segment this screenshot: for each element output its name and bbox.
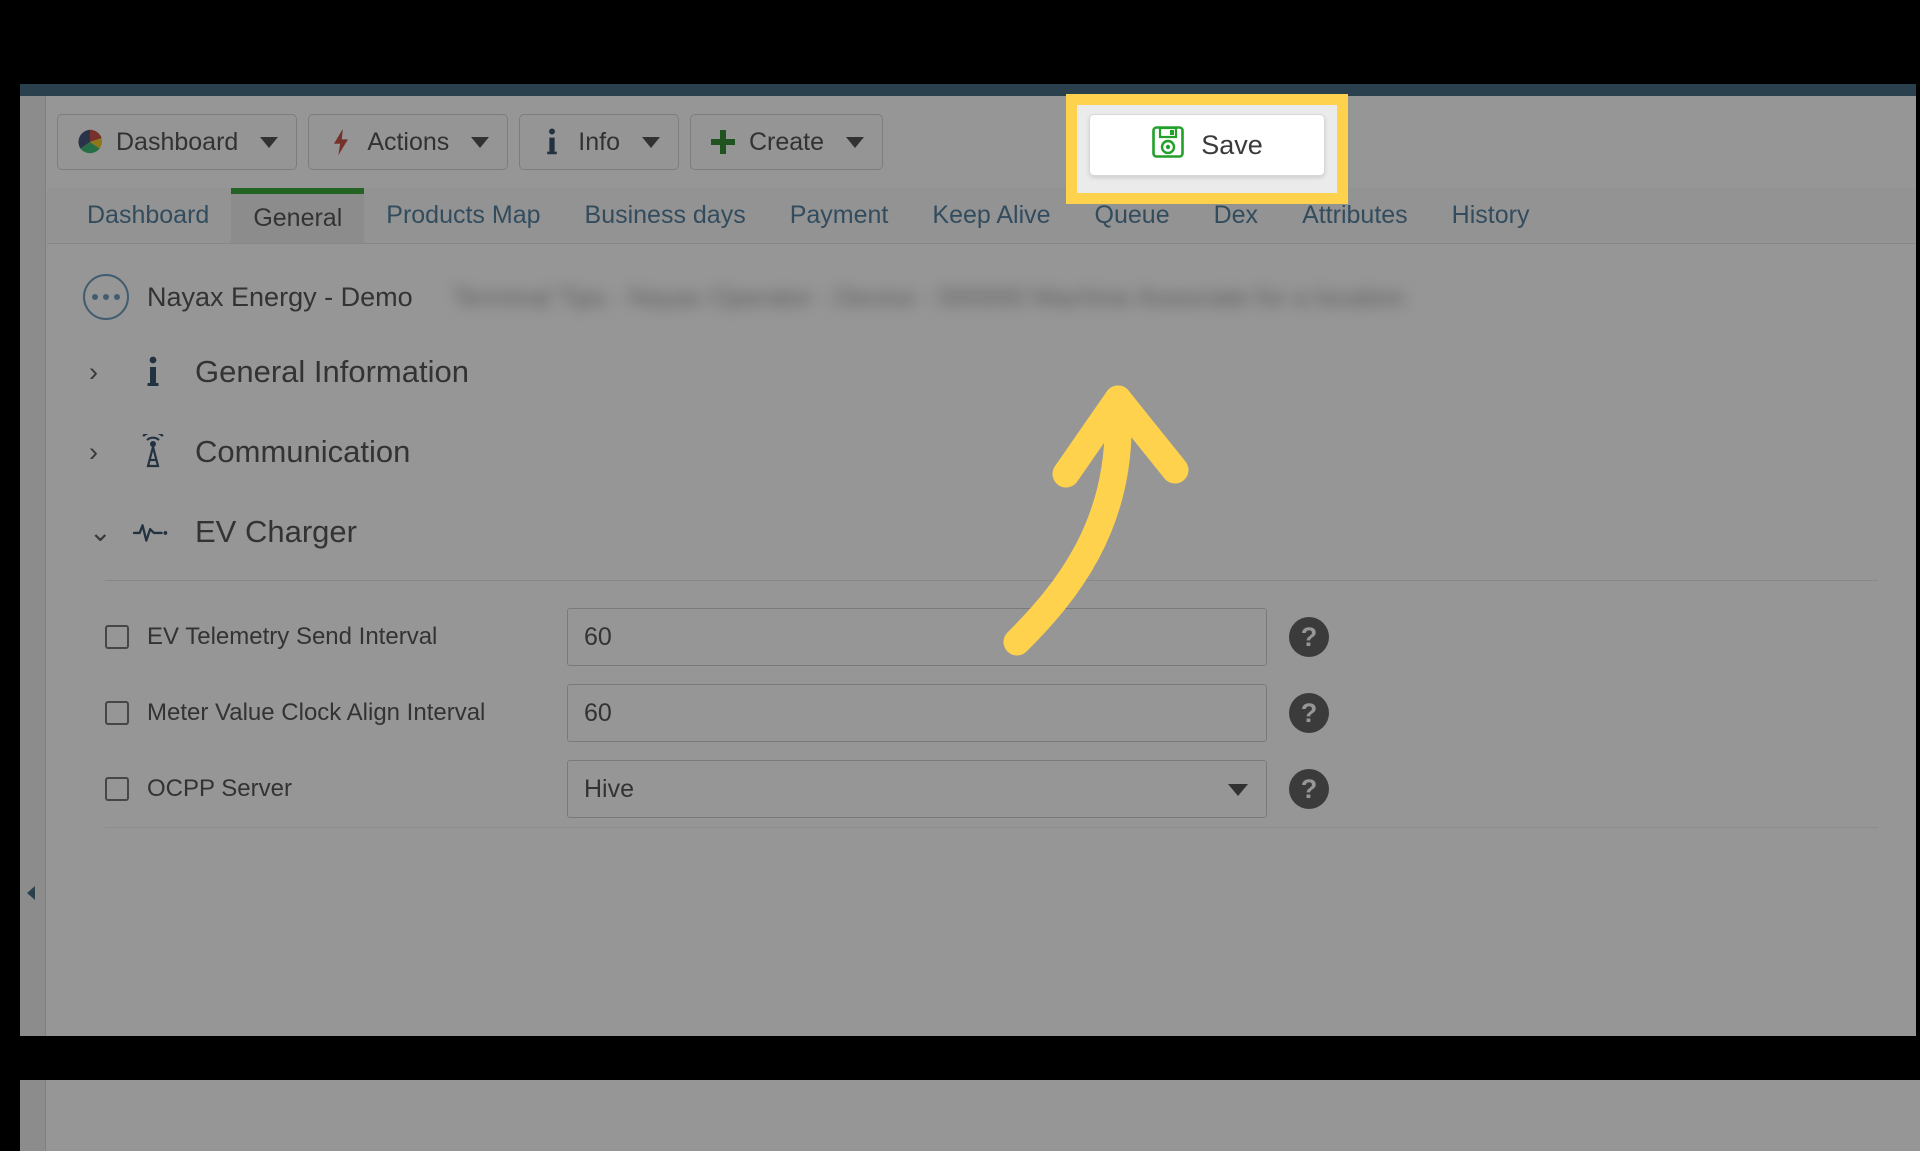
tab-label: Business days	[584, 201, 746, 229]
ev-charger-fieldset: EV Telemetry Send Interval 60 ? Meter Va…	[105, 580, 1878, 827]
floppy-disk-save-icon	[1151, 125, 1185, 166]
dashboard-button-label: Dashboard	[116, 127, 239, 156]
sidebar-rail	[20, 96, 46, 1151]
lightning-bolt-icon	[327, 128, 355, 156]
section-communication[interactable]: › Communication	[47, 412, 1920, 492]
tab-general[interactable]: General	[231, 188, 365, 243]
main-content: Dashboard Actions Info Create Dashboard …	[47, 96, 1920, 1151]
letterbox-top	[0, 0, 1920, 84]
field-label: OCPP Server	[147, 775, 292, 802]
field-meter-value-clock-align-interval: Meter Value Clock Align Interval 60 ?	[105, 675, 1878, 751]
tab-label: Keep Alive	[932, 201, 1051, 229]
checkbox-ev-telemetry-send-interval[interactable]	[105, 625, 129, 649]
tab-label: Dex	[1213, 201, 1259, 229]
section-divider	[105, 827, 1878, 828]
pulse-wave-icon	[133, 519, 173, 545]
tab-dashboard[interactable]: Dashboard	[65, 188, 231, 243]
section-general-information[interactable]: › General Information	[47, 332, 1920, 412]
tab-products-map[interactable]: Products Map	[364, 188, 562, 243]
letterbox-bottom	[0, 1036, 1920, 1080]
chevron-down-icon[interactable]	[846, 136, 865, 148]
tab-bar: Dashboard General Products Map Business …	[47, 188, 1920, 244]
app-viewport: Dashboard Actions Info Create Dashboard …	[20, 84, 1920, 1151]
tab-label: History	[1451, 201, 1530, 229]
checkbox-ocpp-server[interactable]	[105, 777, 129, 801]
pie-chart-icon	[76, 128, 104, 156]
save-button[interactable]: Save	[1089, 114, 1325, 176]
tab-label: General	[253, 204, 343, 232]
input-value: 60	[584, 698, 612, 727]
tab-label: Products Map	[386, 201, 541, 229]
help-icon[interactable]: ?	[1289, 693, 1329, 733]
help-icon[interactable]: ?	[1289, 769, 1329, 809]
chevron-down-icon[interactable]	[642, 136, 660, 148]
field-label: EV Telemetry Send Interval	[147, 623, 438, 650]
checkbox-meter-value-clock-align-interval[interactable]	[105, 701, 129, 725]
info-icon	[538, 128, 566, 156]
toolbar: Dashboard Actions Info Create	[47, 96, 1920, 188]
chevron-down-icon[interactable]	[471, 136, 490, 148]
create-button[interactable]: Create	[690, 114, 884, 170]
antenna-icon	[133, 434, 173, 470]
tab-label: Queue	[1094, 201, 1170, 229]
tab-payment[interactable]: Payment	[768, 188, 911, 243]
letterbox-left	[0, 0, 20, 1080]
device-header: Nayax Energy - Demo Terminal Tips - Naya…	[47, 262, 1920, 332]
section-label: EV Charger	[195, 514, 357, 549]
section-label: Communication	[195, 434, 411, 469]
chevron-down-icon[interactable]	[260, 136, 279, 148]
ellipsis-circle-icon[interactable]	[83, 274, 129, 320]
letterbox-right	[1916, 0, 1920, 1080]
input-meter-value-clock-align-interval[interactable]: 60	[567, 684, 1267, 742]
help-icon[interactable]: ?	[1289, 617, 1329, 657]
tab-label: Attributes	[1302, 201, 1408, 229]
info-button[interactable]: Info	[519, 114, 679, 170]
device-name: Nayax Energy - Demo	[147, 281, 413, 312]
plus-icon	[709, 128, 737, 156]
select-ocpp-server[interactable]: Hive	[567, 760, 1267, 818]
create-button-label: Create	[749, 127, 825, 156]
input-ev-telemetry-send-interval[interactable]: 60	[567, 608, 1267, 666]
save-button-highlight: Save	[1066, 94, 1348, 204]
chevron-right-icon[interactable]: ›	[89, 358, 111, 386]
chevron-down-icon[interactable]	[1228, 784, 1248, 796]
screen-root: Dashboard Actions Info Create Dashboard …	[0, 0, 1920, 1151]
section-label: General Information	[195, 354, 469, 389]
save-button-label: Save	[1201, 129, 1263, 160]
dashboard-button[interactable]: Dashboard	[57, 114, 298, 170]
actions-button-label: Actions	[367, 127, 450, 156]
field-ev-telemetry-send-interval: EV Telemetry Send Interval 60 ?	[105, 599, 1878, 675]
tab-business-days[interactable]: Business days	[563, 188, 768, 243]
device-details-blurred: Terminal Tips - Nayax Operator - Device …	[452, 281, 1405, 312]
field-label: Meter Value Clock Align Interval	[147, 699, 486, 726]
chevron-down-icon[interactable]: ⌄	[89, 518, 112, 546]
section-ev-charger[interactable]: ⌄ EV Charger	[47, 492, 1920, 572]
collapse-left-icon[interactable]	[27, 886, 35, 900]
info-icon	[133, 355, 173, 389]
app-top-strip	[20, 84, 1920, 96]
tab-label: Payment	[789, 201, 889, 229]
field-ocpp-server: OCPP Server Hive ?	[105, 751, 1878, 827]
page-body: Nayax Energy - Demo Terminal Tips - Naya…	[47, 244, 1920, 1151]
input-value: 60	[584, 622, 612, 651]
tab-history[interactable]: History	[1430, 188, 1552, 243]
chevron-right-icon[interactable]: ›	[89, 438, 111, 466]
select-value: Hive	[584, 774, 635, 803]
info-button-label: Info	[578, 127, 620, 156]
tab-keep-alive[interactable]: Keep Alive	[910, 188, 1072, 243]
tab-label: Dashboard	[87, 201, 210, 229]
actions-button[interactable]: Actions	[308, 114, 509, 170]
